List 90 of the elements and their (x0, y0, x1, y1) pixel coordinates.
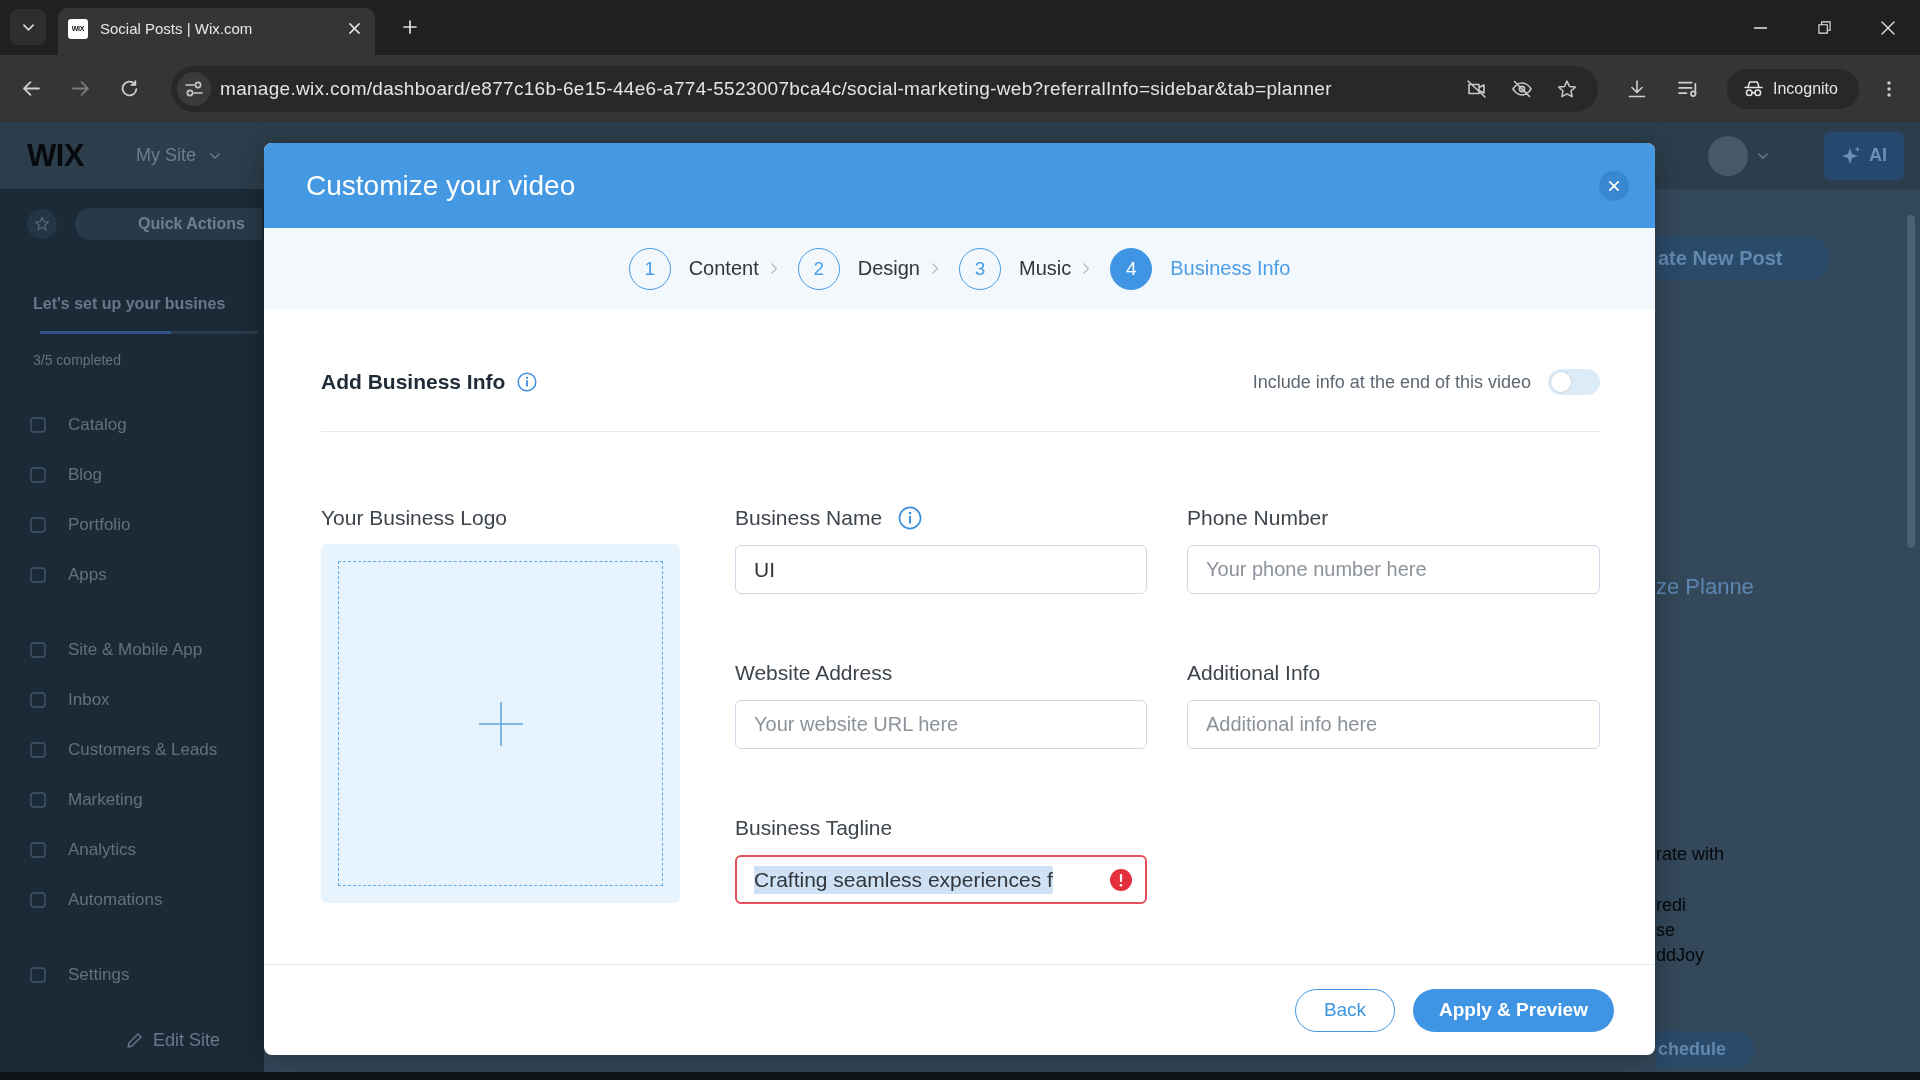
sidebar-nav-item[interactable]: Analytics (0, 825, 264, 875)
sidebar-nav-item[interactable]: Blog (0, 450, 264, 500)
playlist-music-icon (1678, 79, 1698, 98)
rounded-square-icon (30, 967, 46, 983)
integration-text: rate with (1656, 843, 1725, 865)
field-label: Website Address (735, 661, 893, 685)
field-label: Your Business Logo (321, 506, 508, 530)
incognito-button[interactable]: Incognito (1727, 68, 1859, 109)
text-input-field[interactable]: Crafting seamless experiences f (735, 855, 1147, 904)
info-icon[interactable] (517, 372, 538, 392)
incognito-icon (1743, 80, 1764, 97)
list-item-text: redi (1656, 894, 1687, 916)
secondary-button[interactable]: Back (1295, 988, 1395, 1032)
wizard-step[interactable]: 2 Design (797, 247, 920, 290)
section-title: Add Business Info (321, 370, 506, 394)
setup-title: Let's set up your busines (32, 294, 226, 314)
restore-icon (1817, 21, 1831, 34)
chevron-right-icon (1083, 263, 1091, 274)
create-post-button[interactable]: ate New Post (1656, 236, 1830, 280)
download-icon (1627, 79, 1647, 98)
plus-icon (403, 20, 417, 34)
rounded-square-icon (30, 892, 46, 908)
chevron-down-icon (210, 152, 221, 159)
close-icon (1609, 180, 1619, 191)
scrollbar-thumb[interactable] (1907, 215, 1915, 548)
rounded-square-icon (30, 642, 46, 658)
edit-site-button[interactable]: Edit Site (127, 1022, 221, 1058)
wizard-step[interactable]: 3 Music (959, 247, 1072, 290)
schedule-button[interactable]: chedule (1656, 1031, 1754, 1068)
reload-icon (120, 80, 138, 97)
sidebar-nav-item[interactable]: Marketing (0, 775, 264, 825)
text-input-field[interactable]: Your website URL here (735, 700, 1147, 749)
rounded-square-icon (30, 842, 46, 858)
rounded-square-icon (30, 417, 46, 433)
sliders-icon (185, 80, 203, 97)
eye-off-icon (1512, 79, 1532, 98)
planner-heading: ze Planne (1656, 574, 1754, 600)
kebab-menu-icon (1887, 80, 1891, 97)
wizard-step[interactable]: 1 Content (628, 247, 759, 290)
pencil-icon (127, 1032, 143, 1048)
close-button[interactable] (1599, 170, 1629, 201)
field-label: Additional Info (1187, 661, 1321, 685)
toggle-label: Include info at the end of this video (1252, 371, 1531, 393)
quick-actions-button[interactable]: Quick Actions (75, 208, 262, 240)
rounded-square-icon (30, 567, 46, 583)
chevron-right-icon (770, 263, 778, 274)
site-info-button[interactable] (177, 71, 211, 106)
site-menu-button[interactable]: My Site (136, 145, 221, 166)
rounded-square-icon (30, 692, 46, 708)
close-icon (348, 23, 360, 34)
include-info-toggle[interactable] (1548, 369, 1600, 395)
sparkle-icon (1841, 145, 1861, 166)
sidebar-nav-item[interactable]: Site & Mobile App (0, 625, 264, 675)
list-item-text: se (1656, 919, 1676, 941)
sidebar-nav-item[interactable]: Customers & Leads (0, 725, 264, 775)
progress-text: 3/5 completed (32, 351, 121, 369)
wizard-step[interactable]: 4 Business Info (1110, 247, 1291, 290)
field-label: Phone Number (1187, 506, 1329, 530)
rounded-square-icon (30, 792, 46, 808)
sidebar-nav-item[interactable]: Inbox (0, 675, 264, 725)
sidebar-nav-item[interactable]: Portfolio (0, 500, 264, 550)
arrow-left-icon (22, 81, 40, 96)
chevron-right-icon (932, 263, 939, 274)
tab-search-button[interactable] (10, 9, 46, 45)
ai-button[interactable]: AI (1824, 131, 1904, 180)
primary-button[interactable]: Apply & Preview (1413, 988, 1614, 1032)
text-input-field[interactable]: Your phone number here (1187, 545, 1600, 594)
sidebar-nav-item[interactable]: Apps (0, 550, 264, 600)
plus-icon (478, 701, 523, 746)
arrow-right-icon (71, 81, 89, 96)
info-icon[interactable] (898, 506, 923, 530)
camera-off-icon (1467, 79, 1487, 98)
sidebar-nav-item[interactable]: Catalog (0, 400, 264, 450)
text-input-field[interactable]: UI (735, 545, 1147, 594)
sidebar-nav-item[interactable]: Settings (0, 950, 264, 1000)
field-label: Business Name (735, 506, 883, 530)
field-label: Business Tagline (735, 816, 893, 840)
sidebar-nav-item[interactable]: Automations (0, 875, 264, 925)
list-item-text: ddJoy (1656, 944, 1705, 966)
minimize-icon (1753, 26, 1767, 29)
rounded-square-icon (30, 742, 46, 758)
chevron-down-icon (1758, 152, 1768, 159)
modal-title: Customize your video (306, 169, 577, 202)
close-icon (1881, 20, 1895, 35)
site-logo: WIX (27, 137, 85, 174)
rounded-square-icon (30, 517, 46, 533)
rounded-square-icon (30, 467, 46, 483)
address-bar[interactable]: manage.wix.com/dashboard/e877c16b-6e15-44e6-a774-5523007bca4c/social-marketing-web?referralInfo=sidebar&tab=planner (171, 65, 1598, 112)
chevron-down-icon (22, 23, 34, 31)
text-input-field[interactable]: Additional info here (1187, 700, 1600, 749)
